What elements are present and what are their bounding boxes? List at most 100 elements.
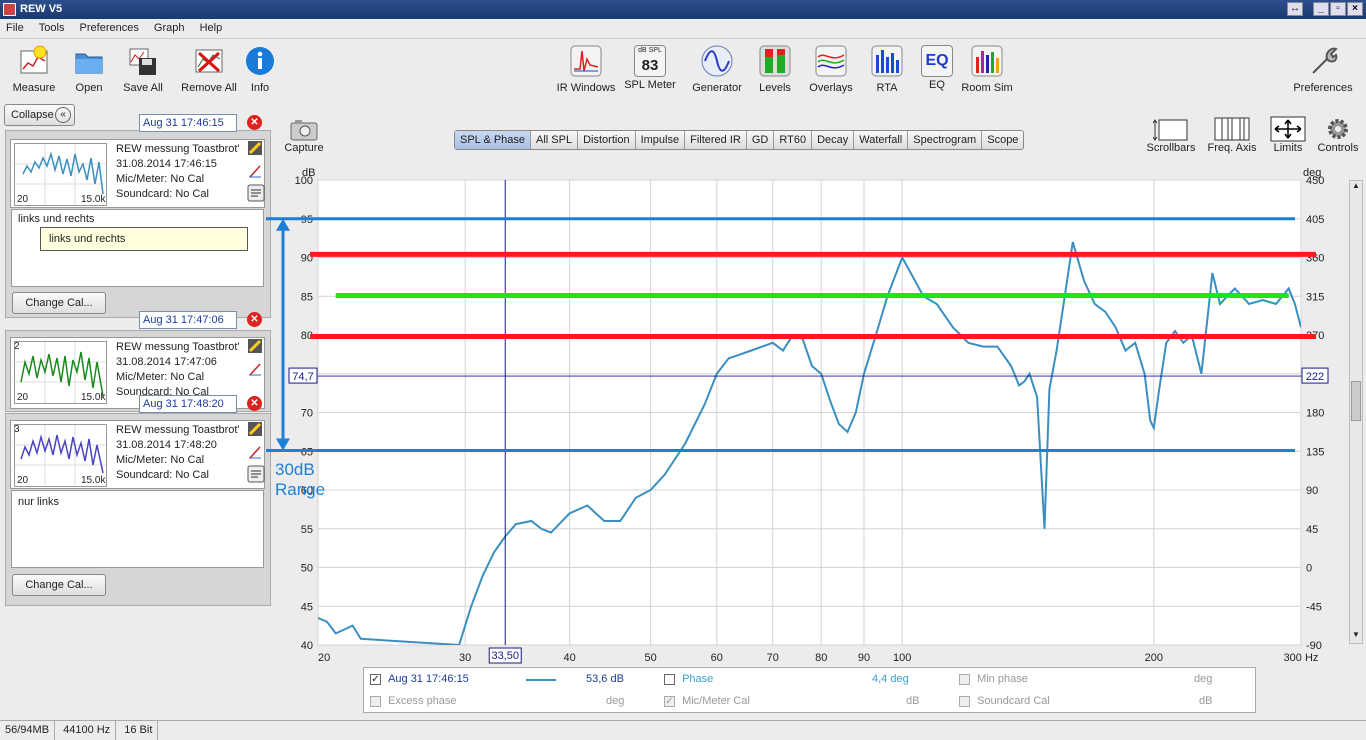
- restore-alt-button[interactable]: ↔: [1287, 2, 1303, 16]
- x-tick-label: 80: [815, 652, 827, 664]
- menu-graph[interactable]: Graph: [148, 19, 191, 34]
- measurement-timestamp: 31.08.2014 17:48:20: [116, 439, 217, 451]
- thumb-label-left: 20: [17, 194, 29, 205]
- y-tick-label-right: -45: [1306, 601, 1322, 613]
- ir-windows-label: IR Windows: [556, 82, 616, 94]
- spl-meter-label: SPL Meter: [624, 79, 676, 91]
- eq-button[interactable]: EQ EQ: [918, 45, 956, 91]
- vertical-scrollbar[interactable]: ▲ ▼: [1349, 180, 1363, 644]
- tab-scope[interactable]: Scope: [982, 131, 1023, 149]
- overlays-button[interactable]: Overlays: [806, 45, 856, 94]
- measurement-card-3[interactable]: 20 15.0k 3 REW messung Toastbrot' 31.08.…: [10, 420, 265, 489]
- measurement-soundcard-cal: Soundcard: No Cal: [116, 188, 209, 200]
- save-all-button[interactable]: Save All: [118, 45, 168, 94]
- range-annotation-line2: Range: [275, 480, 326, 499]
- legend-mic-cal-label: Mic/Meter Cal: [682, 695, 750, 707]
- measurement-index: 2: [14, 341, 20, 352]
- generator-button[interactable]: Generator: [688, 45, 746, 94]
- info-button[interactable]: Info: [243, 45, 277, 94]
- menu-tools[interactable]: Tools: [33, 19, 71, 34]
- y-tick-label-right: -90: [1306, 640, 1322, 652]
- measurement-date-3[interactable]: Aug 31 17:48:20: [139, 395, 237, 413]
- measurement-date-1[interactable]: Aug 31 17:46:15: [139, 114, 237, 132]
- notes-area-1[interactable]: links und rechts links und rechts: [11, 209, 264, 287]
- tab-waterfall[interactable]: Waterfall: [854, 131, 909, 149]
- generator-icon: [701, 45, 733, 77]
- cursor-x-readout: 33,50: [491, 650, 519, 662]
- spl-meter-icon: dB SPL 83: [634, 45, 666, 77]
- y-tick-label-right: 90: [1306, 485, 1318, 497]
- rta-button[interactable]: RTA: [868, 45, 906, 94]
- change-cal-button-3[interactable]: Change Cal...: [12, 574, 106, 596]
- menu-help[interactable]: Help: [194, 19, 229, 34]
- camera-icon: [290, 120, 318, 141]
- measurement-name: REW messung Toastbrot': [116, 143, 240, 155]
- overlays-icon: [815, 45, 847, 77]
- spl-meter-value: 83: [641, 57, 659, 74]
- legend-item-min-phase: Min phase: [959, 673, 1028, 685]
- x-tick-label: 70: [767, 652, 779, 664]
- tab-filtered-ir[interactable]: Filtered IR: [685, 131, 747, 149]
- ir-windows-button[interactable]: IR Windows: [555, 45, 617, 94]
- open-button[interactable]: Open: [68, 45, 110, 94]
- tab-gd[interactable]: GD: [747, 131, 775, 149]
- y-tick-label-right: 0: [1306, 563, 1312, 575]
- status-bit-depth: 16 Bit: [119, 721, 159, 740]
- title-bar: REW V5 ↔ _ ▫ ×: [0, 0, 1366, 19]
- tab-decay[interactable]: Decay: [812, 131, 855, 149]
- preferences-button[interactable]: Preferences: [1290, 45, 1356, 94]
- limits-icon: [1270, 116, 1306, 142]
- room-sim-button[interactable]: Room Sim: [960, 45, 1014, 94]
- thumb-label-right: 15.0k: [81, 194, 106, 205]
- legend-item-soundcard-cal: Soundcard Cal: [959, 695, 1050, 707]
- legend-item-phase[interactable]: Phase: [664, 673, 713, 685]
- levels-button[interactable]: Levels: [753, 45, 797, 94]
- y-tick-label-right: 135: [1306, 446, 1324, 458]
- freq-axis-button[interactable]: Freq. Axis: [1204, 116, 1260, 154]
- measure-button[interactable]: Measure: [10, 45, 58, 94]
- tab-spectrogram[interactable]: Spectrogram: [908, 131, 983, 149]
- scroll-up-icon[interactable]: ▲: [1350, 181, 1362, 194]
- controls-button[interactable]: Controls: [1314, 116, 1362, 154]
- close-icon[interactable]: ✕: [247, 115, 262, 130]
- scroll-down-icon[interactable]: ▼: [1350, 630, 1362, 643]
- legend-item-measurement[interactable]: ✓ Aug 31 17:46:15: [370, 673, 469, 685]
- wrench-icon: [1312, 47, 1338, 74]
- app-icon: [3, 3, 16, 16]
- y-tick-label-left: 70: [301, 408, 313, 420]
- tab-all-spl[interactable]: All SPL: [531, 131, 579, 149]
- info-icon: [246, 47, 274, 75]
- tab-spl-phase[interactable]: SPL & Phase: [455, 131, 532, 149]
- scrollbar-thumb[interactable]: [1351, 381, 1361, 421]
- panel-tab-1: [5, 110, 139, 132]
- change-cal-button-1[interactable]: Change Cal...: [12, 292, 106, 314]
- spl-phase-chart[interactable]: 20 30 40 50 60 70 80 90 100 200 300 Hz404550556065…: [256, 160, 1366, 666]
- scrollbars-button[interactable]: Scrollbars: [1144, 116, 1198, 154]
- menu-preferences[interactable]: Preferences: [74, 19, 145, 34]
- measurement-timestamp: 31.08.2014 17:46:15: [116, 158, 217, 170]
- minimize-button[interactable]: _: [1313, 2, 1329, 16]
- tab-impulse[interactable]: Impulse: [636, 131, 686, 149]
- capture-button[interactable]: Capture: [282, 118, 326, 154]
- color-picker-icon[interactable]: [247, 140, 263, 156]
- eq-icon: EQ: [921, 45, 953, 77]
- measure-label: Measure: [12, 82, 56, 94]
- maximize-button[interactable]: ▫: [1330, 2, 1346, 16]
- checkbox-excess-phase: [370, 695, 381, 707]
- room-sim-label: Room Sim: [961, 82, 1013, 94]
- notes-area-3[interactable]: nur links: [11, 490, 264, 568]
- tab-distortion[interactable]: Distortion: [578, 131, 636, 149]
- notes-text: nur links: [18, 496, 59, 508]
- menu-file[interactable]: File: [0, 19, 30, 34]
- spl-meter-button[interactable]: dB SPL 83 SPL Meter: [622, 45, 678, 91]
- checkbox-measurement[interactable]: ✓: [370, 673, 381, 685]
- close-button[interactable]: ×: [1347, 2, 1363, 16]
- measurement-card-1[interactable]: 1 20 15.0k REW messung Toastbrot' 31.08.…: [10, 139, 265, 208]
- measurement-date-2[interactable]: Aug 31 17:47:06: [139, 311, 237, 329]
- limits-button[interactable]: Limits: [1266, 116, 1310, 154]
- checkbox-phase[interactable]: [664, 673, 675, 685]
- remove-all-button[interactable]: Remove All: [178, 45, 240, 94]
- measurement-thumbnail: 20 15.0k: [14, 424, 107, 487]
- tab-rt60[interactable]: RT60: [774, 131, 813, 149]
- y-tick-label-left: 40: [301, 640, 313, 652]
